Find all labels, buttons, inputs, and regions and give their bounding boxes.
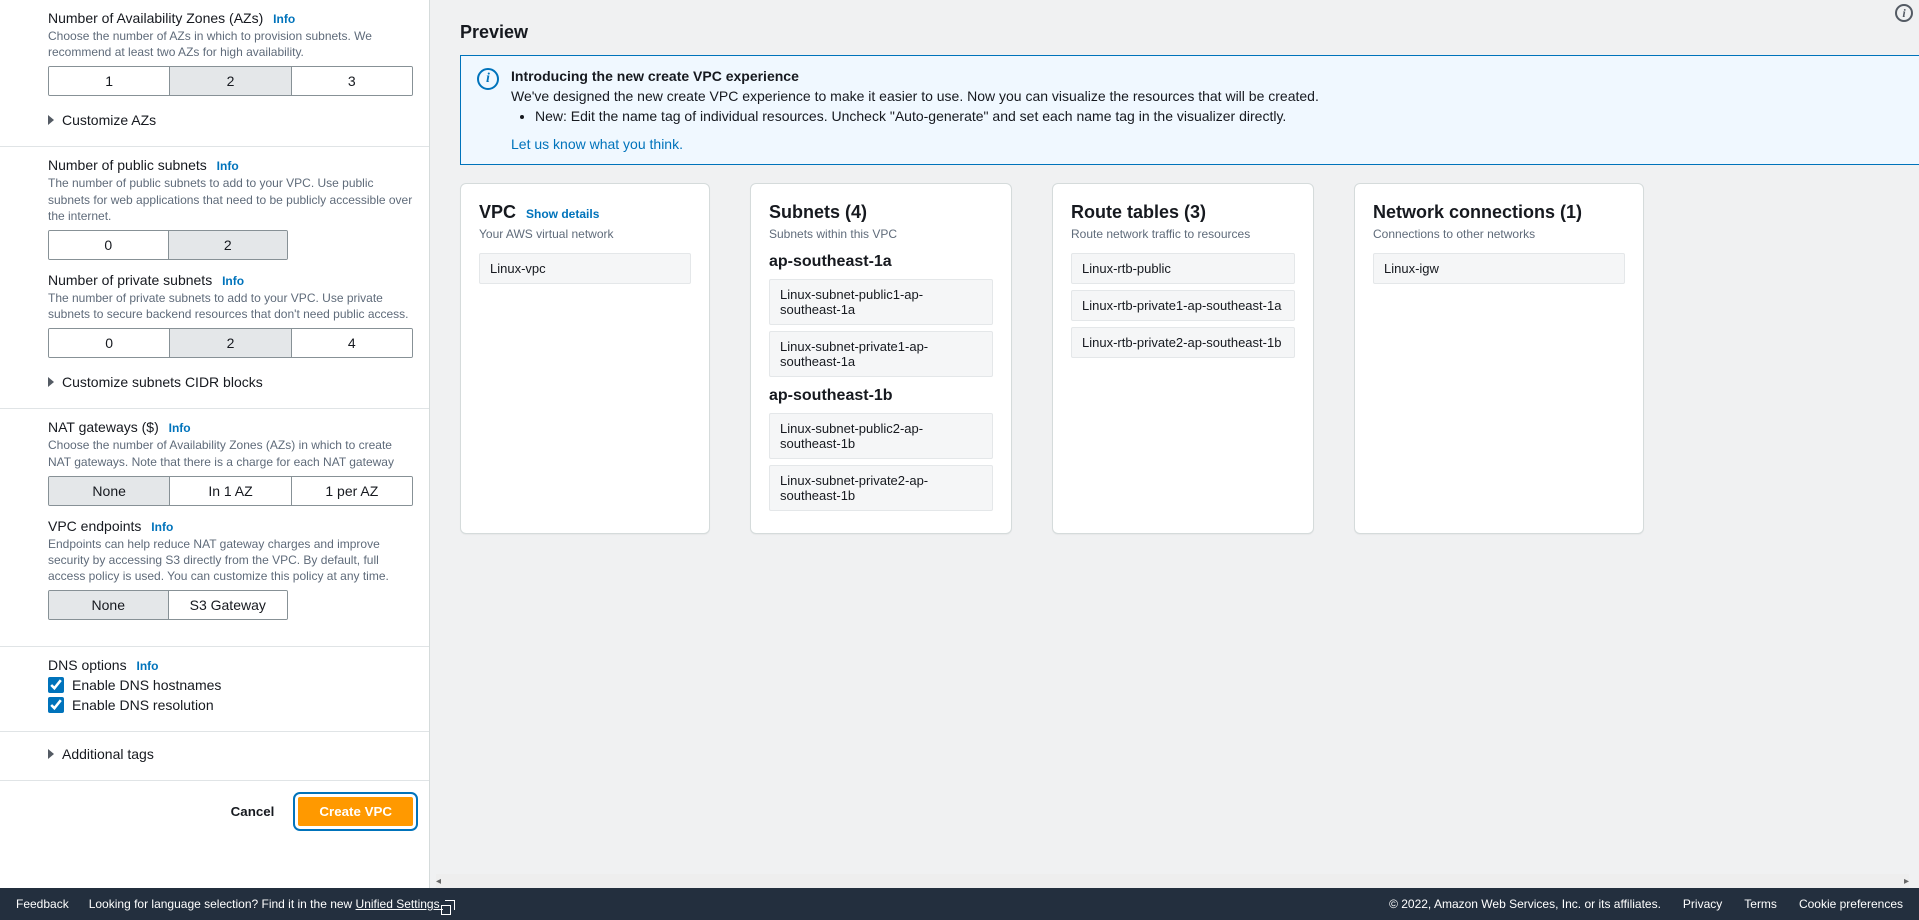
vpce-option-s3[interactable]: S3 Gateway [169, 591, 288, 619]
public-subnets-option-2[interactable]: 2 [169, 231, 288, 259]
nat-segment: None In 1 AZ 1 per AZ [48, 476, 413, 506]
vpc-card: VPC Show details Your AWS virtual networ… [460, 183, 710, 534]
private-subnets-option-4[interactable]: 4 [292, 329, 412, 357]
vpc-show-details-link[interactable]: Show details [526, 207, 599, 221]
azs-label: Number of Availability Zones (AZs) [48, 10, 263, 26]
azs-option-2[interactable]: 2 [170, 67, 291, 95]
az-1b-label: ap-southeast-1b [769, 387, 993, 405]
footer-bar: Feedback Looking for language selection?… [0, 888, 1919, 920]
privacy-link[interactable]: Privacy [1683, 897, 1722, 911]
terms-link[interactable]: Terms [1744, 897, 1777, 911]
nat-option-peraz[interactable]: 1 per AZ [292, 477, 412, 505]
subnets-card-sub: Subnets within this VPC [769, 227, 993, 241]
dns-resolution-label: Enable DNS resolution [72, 697, 214, 713]
az-1a-label: ap-southeast-1a [769, 253, 993, 271]
cookie-preferences-link[interactable]: Cookie preferences [1799, 897, 1903, 911]
route-tables-card: Route tables (3) Route network traffic t… [1052, 183, 1314, 534]
customize-azs-expander[interactable]: Customize AZs [48, 108, 413, 132]
vpce-label: VPC endpoints [48, 518, 141, 534]
subnet-resource[interactable]: Linux-subnet-public2-ap-southeast-1b [769, 413, 993, 459]
subnet-resource[interactable]: Linux-subnet-private1-ap-southeast-1a [769, 331, 993, 377]
banner-feedback-link[interactable]: Let us know what you think. [511, 136, 683, 152]
vpc-card-sub: Your AWS virtual network [479, 227, 691, 241]
caret-right-icon [48, 749, 54, 759]
create-vpc-button[interactable]: Create VPC [298, 797, 413, 826]
vpc-card-title: VPC [479, 202, 516, 223]
vpce-info-link[interactable]: Info [151, 520, 173, 534]
horizontal-scrollbar[interactable]: ◂▸ [436, 874, 1909, 888]
caret-right-icon [48, 115, 54, 125]
private-subnets-option-2[interactable]: 2 [170, 329, 291, 357]
banner-bullet: New: Edit the name tag of individual res… [535, 108, 1319, 124]
subnet-resource[interactable]: Linux-subnet-private2-ap-southeast-1b [769, 465, 993, 511]
private-subnets-segment: 0 2 4 [48, 328, 413, 358]
info-circle-icon [477, 68, 499, 90]
route-tables-card-title: Route tables (3) [1071, 202, 1206, 223]
network-card: Network connections (1) Connections to o… [1354, 183, 1644, 534]
customize-cidr-expander[interactable]: Customize subnets CIDR blocks [48, 370, 413, 394]
private-subnets-option-0[interactable]: 0 [49, 329, 170, 357]
azs-option-3[interactable]: 3 [292, 67, 412, 95]
field-private-subnets: Number of private subnets Info The numbe… [48, 272, 413, 358]
azs-hint: Choose the number of AZs in which to pro… [48, 28, 413, 60]
route-tables-card-sub: Route network traffic to resources [1071, 227, 1295, 241]
private-subnets-hint: The number of private subnets to add to … [48, 290, 413, 322]
unified-settings-link[interactable]: Unified Settings [356, 897, 455, 911]
field-nat-gateways: NAT gateways ($) Info Choose the number … [48, 419, 413, 505]
azs-info-link[interactable]: Info [273, 12, 295, 26]
footer-lang-text: Looking for language selection? Find it … [89, 897, 455, 911]
network-card-sub: Connections to other networks [1373, 227, 1625, 241]
field-azs: Number of Availability Zones (AZs) Info … [48, 10, 413, 96]
nat-info-link[interactable]: Info [169, 421, 191, 435]
additional-tags-expander[interactable]: Additional tags [48, 742, 413, 766]
azs-segment: 1 2 3 [48, 66, 413, 96]
intro-banner: Introducing the new create VPC experienc… [460, 55, 1919, 165]
caret-right-icon [48, 377, 54, 387]
dns-info-link[interactable]: Info [136, 659, 158, 673]
feedback-link[interactable]: Feedback [16, 897, 69, 911]
public-subnets-label: Number of public subnets [48, 157, 207, 173]
vpc-resource[interactable]: Linux-vpc [479, 253, 691, 284]
dns-hostnames-label: Enable DNS hostnames [72, 677, 221, 693]
vpce-hint: Endpoints can help reduce NAT gateway ch… [48, 536, 413, 585]
dns-hostnames-checkbox[interactable] [48, 677, 64, 693]
preview-panel: i Preview Introducing the new create VPC… [430, 0, 1919, 888]
info-icon[interactable]: i [1895, 4, 1913, 22]
network-card-title: Network connections (1) [1373, 202, 1582, 223]
external-link-icon [445, 900, 455, 910]
route-table-resource[interactable]: Linux-rtb-public [1071, 253, 1295, 284]
banner-title: Introducing the new create VPC experienc… [511, 68, 1319, 84]
dns-resolution-checkbox[interactable] [48, 697, 64, 713]
banner-text: We've designed the new create VPC experi… [511, 88, 1319, 104]
nat-hint: Choose the number of Availability Zones … [48, 437, 413, 469]
vpc-settings-panel: Number of Availability Zones (AZs) Info … [0, 0, 430, 888]
route-table-resource[interactable]: Linux-rtb-private2-ap-southeast-1b [1071, 327, 1295, 358]
public-subnets-segment: 0 2 [48, 230, 288, 260]
resource-cards: VPC Show details Your AWS virtual networ… [460, 183, 1919, 534]
route-table-resource[interactable]: Linux-rtb-private1-ap-southeast-1a [1071, 290, 1295, 321]
form-actions: Cancel Create VPC [0, 781, 429, 842]
private-subnets-label: Number of private subnets [48, 272, 212, 288]
subnets-card: Subnets (4) Subnets within this VPC ap-s… [750, 183, 1012, 534]
cancel-button[interactable]: Cancel [219, 797, 287, 826]
field-vpc-endpoints: VPC endpoints Info Endpoints can help re… [48, 518, 413, 621]
network-resource[interactable]: Linux-igw [1373, 253, 1625, 284]
public-subnets-hint: The number of public subnets to add to y… [48, 175, 413, 224]
nat-option-1az[interactable]: In 1 AZ [170, 477, 291, 505]
preview-title: Preview [460, 22, 1919, 43]
nat-label: NAT gateways ($) [48, 419, 159, 435]
field-public-subnets: Number of public subnets Info The number… [48, 157, 413, 260]
private-subnets-info-link[interactable]: Info [222, 274, 244, 288]
subnet-resource[interactable]: Linux-subnet-public1-ap-southeast-1a [769, 279, 993, 325]
nat-option-none[interactable]: None [49, 477, 170, 505]
subnets-card-title: Subnets (4) [769, 202, 867, 223]
vpce-option-none[interactable]: None [49, 591, 169, 619]
azs-option-1[interactable]: 1 [49, 67, 170, 95]
public-subnets-info-link[interactable]: Info [217, 159, 239, 173]
vpce-segment: None S3 Gateway [48, 590, 288, 620]
dns-options-label: DNS options [48, 657, 127, 673]
copyright-text: © 2022, Amazon Web Services, Inc. or its… [1389, 897, 1661, 911]
public-subnets-option-0[interactable]: 0 [49, 231, 169, 259]
